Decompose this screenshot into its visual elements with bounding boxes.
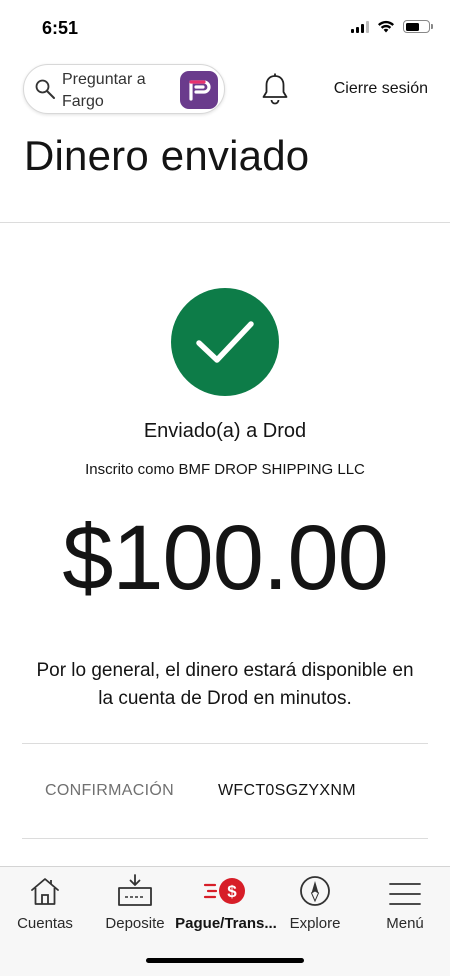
availability-note: Por lo general, el dinero estará disponi…	[36, 660, 414, 709]
wifi-icon	[378, 20, 394, 33]
search-icon	[35, 79, 55, 99]
enrolled-as-name: Inscrito como BMF DROP SHIPPING LLC	[85, 461, 365, 478]
divider	[22, 838, 428, 839]
home-icon	[31, 878, 59, 905]
status-bar: 6:51	[0, 0, 450, 54]
nav-label: Explore	[289, 915, 341, 932]
nav-label: Cuentas	[17, 915, 73, 932]
nav-item-deposite[interactable]: Deposite	[96, 867, 174, 947]
status-icons	[351, 20, 433, 33]
confirmation-label: CONFIRMACIÓN	[45, 782, 174, 799]
nav-label: Menú	[386, 915, 424, 932]
nav-item-pague-transfiera[interactable]: $ Pague/Trans...	[170, 867, 282, 947]
page-title: Dinero enviado	[24, 132, 310, 179]
hamburger-menu-icon	[389, 883, 421, 905]
sent-amount: $100.00	[62, 507, 389, 609]
compass-icon	[300, 876, 330, 906]
sign-out-button[interactable]: Cierre sesión	[334, 80, 428, 98]
nav-label: Deposite	[105, 915, 165, 932]
svg-text:$: $	[227, 882, 237, 901]
nav-item-cuentas[interactable]: Cuentas	[6, 867, 84, 947]
header-divider	[0, 222, 450, 223]
success-check-icon	[171, 288, 279, 396]
confirmation-number: WFCT0SGZYXNM	[218, 782, 356, 799]
home-indicator[interactable]	[146, 958, 304, 963]
fargo-logo-icon[interactable]	[180, 71, 218, 109]
status-time: 6:51	[42, 18, 79, 38]
ask-fargo-search[interactable]: Preguntar a Fargo	[23, 64, 225, 114]
nav-label: Pague/Trans...	[175, 915, 277, 932]
notifications-bell-icon[interactable]	[259, 72, 291, 106]
nav-item-explore[interactable]: Explore	[276, 867, 354, 947]
divider	[22, 743, 428, 744]
search-placeholder: Preguntar a Fargo	[62, 71, 146, 110]
battery-icon	[403, 20, 433, 33]
pay-transfer-icon: $	[203, 878, 245, 904]
sent-to-recipient: Enviado(a) a Drod	[143, 420, 307, 442]
nav-item-menu[interactable]: Menú	[366, 867, 444, 947]
cellular-signal-icon	[351, 20, 369, 33]
deposit-icon	[118, 874, 152, 906]
